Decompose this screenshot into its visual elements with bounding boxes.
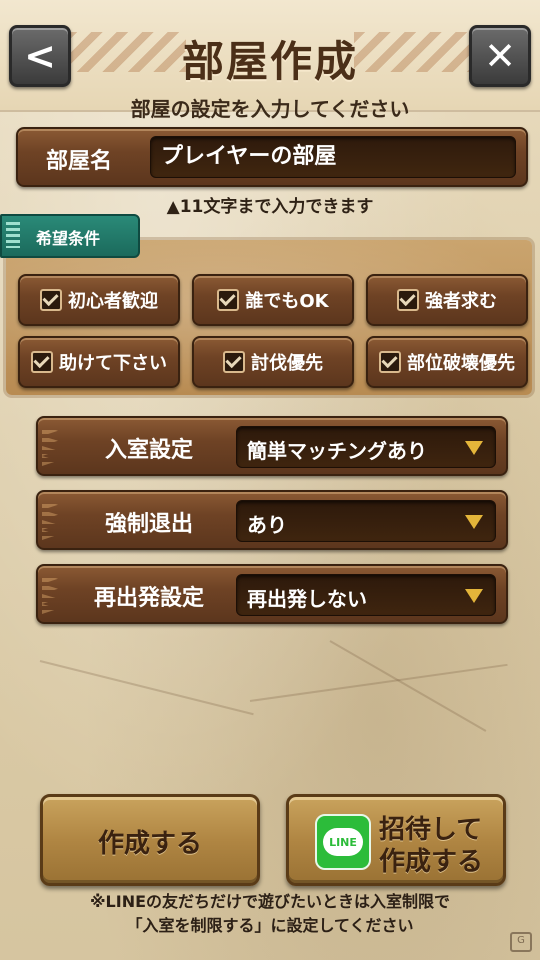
entry-setting-label: 入室設定	[104, 438, 193, 463]
row-arrows-icon	[42, 500, 58, 540]
room-name-label: 部屋名	[46, 149, 113, 174]
conditions-tag-label: 希望条件	[36, 229, 101, 248]
kick-setting-select[interactable]: あり	[236, 500, 496, 542]
footer-line-2: 「入室を制限する」に設定してください	[126, 916, 414, 935]
conditions-tag: 希望条件	[0, 214, 140, 258]
create-button-label: 作成する	[97, 829, 202, 859]
entry-setting-value: 簡単マッチングあり	[247, 439, 427, 463]
restart-setting-row: 再出発設定 再出発しない	[36, 564, 508, 624]
dropdown-arrow-icon	[465, 441, 483, 455]
create-button[interactable]: 作成する	[40, 794, 260, 886]
checkbox-checked-icon	[223, 351, 245, 373]
condition-label: 助けて下さい	[59, 353, 167, 374]
condition-label: 初心者歓迎	[68, 291, 158, 312]
tag-stripes-icon	[6, 222, 20, 248]
condition-checkbox-hunt[interactable]: 討伐優先	[192, 336, 354, 388]
condition-checkbox-help[interactable]: 助けて下さい	[18, 336, 180, 388]
kick-setting-row: 強制退出 あり	[36, 490, 508, 550]
entry-setting-select[interactable]: 簡単マッチングあり	[236, 426, 496, 468]
row-arrows-icon	[42, 426, 58, 466]
dropdown-arrow-icon	[465, 515, 483, 529]
condition-checkbox-anyone[interactable]: 誰でもOK	[192, 274, 354, 326]
restart-setting-value: 再出発しない	[247, 587, 367, 611]
line-icon-text: LINE	[323, 828, 363, 856]
checkbox-checked-icon	[397, 289, 419, 311]
dropdown-arrow-icon	[465, 589, 483, 603]
page-subtitle: 部屋の設定を入力してください	[130, 97, 410, 121]
checkbox-checked-icon	[40, 289, 62, 311]
kick-setting-value: あり	[247, 513, 287, 537]
row-arrows-icon	[42, 574, 58, 614]
line-app-icon: LINE	[315, 814, 371, 870]
condition-label: 討伐優先	[251, 353, 323, 374]
footer-line-1: ※LINEの友だちだけで遊びたいときは入室制限で	[89, 892, 451, 911]
checkbox-checked-icon	[217, 289, 240, 311]
restart-setting-label: 再出発設定	[93, 586, 204, 611]
invite-and-create-button[interactable]: LINE 招待して 作成する	[286, 794, 506, 886]
condition-label: 部位破壊優先	[407, 353, 515, 374]
condition-label: 強者求む	[425, 291, 497, 312]
condition-label: 誰でもOK	[245, 291, 329, 312]
room-name-input[interactable]: プレイヤーの部屋	[150, 136, 516, 178]
checkbox-checked-icon	[31, 351, 53, 373]
page-title: 部屋作成	[181, 37, 358, 86]
restart-setting-select[interactable]: 再出発しない	[236, 574, 496, 616]
checkbox-checked-icon	[379, 351, 401, 373]
condition-checkbox-beginner[interactable]: 初心者歓迎	[18, 274, 180, 326]
entry-setting-row: 入室設定 簡単マッチングあり	[36, 416, 508, 476]
condition-checkbox-break[interactable]: 部位破壊優先	[366, 336, 528, 388]
background-crack	[39, 660, 254, 716]
room-name-row: 部屋名 プレイヤーの部屋	[16, 127, 528, 187]
footer-note: ※LINEの友だちだけで遊びたいときは入室制限で 「入室を制限する」に設定してく…	[0, 890, 540, 938]
condition-checkbox-strong[interactable]: 強者求む	[366, 274, 528, 326]
invite-button-line2: 作成する	[379, 847, 484, 877]
kick-setting-label: 強制退出	[104, 512, 193, 537]
watermark-icon: G	[510, 932, 532, 952]
